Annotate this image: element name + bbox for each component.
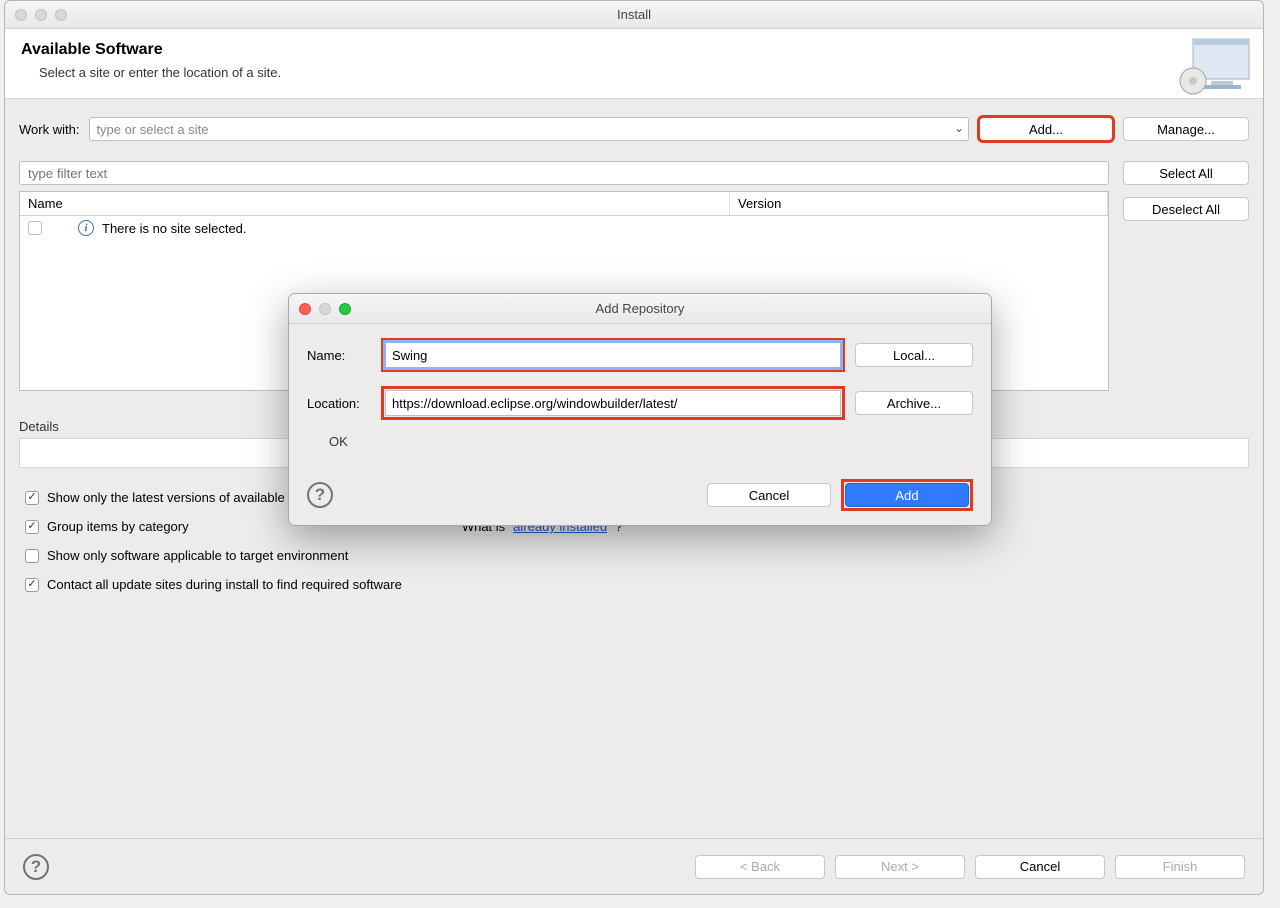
- repo-location-input[interactable]: [385, 390, 841, 416]
- cancel-button[interactable]: Cancel: [975, 855, 1105, 879]
- local-button[interactable]: Local...: [855, 343, 973, 367]
- dialog-add-button[interactable]: Add: [845, 483, 969, 507]
- archive-button[interactable]: Archive...: [855, 391, 973, 415]
- column-name[interactable]: Name: [20, 192, 730, 215]
- add-repository-dialog: Add Repository Name: Local... Location: …: [288, 293, 992, 526]
- window-titlebar: Install: [5, 1, 1263, 29]
- table-row: i There is no site selected.: [20, 216, 1108, 240]
- row-checkbox[interactable]: [28, 221, 42, 235]
- work-with-combo[interactable]: type or select a site ⌄: [89, 117, 969, 141]
- work-with-placeholder: type or select a site: [96, 122, 208, 137]
- finish-button: Finish: [1115, 855, 1245, 879]
- add-site-button[interactable]: Add...: [979, 117, 1113, 141]
- wizard-header: Available Software Select a site or ente…: [5, 29, 1263, 99]
- dialog-help-icon[interactable]: ?: [307, 482, 333, 508]
- location-label: Location:: [307, 396, 371, 411]
- info-icon: i: [78, 220, 94, 236]
- select-all-button[interactable]: Select All: [1123, 161, 1249, 185]
- dialog-titlebar: Add Repository: [289, 294, 991, 324]
- empty-message: There is no site selected.: [102, 221, 247, 236]
- work-with-row: Work with: type or select a site ⌄ Add..…: [5, 99, 1263, 147]
- help-icon[interactable]: ?: [23, 854, 49, 880]
- opt-target-env[interactable]: Show only software applicable to target …: [25, 548, 402, 563]
- column-version[interactable]: Version: [730, 192, 1108, 215]
- install-wizard-icon: [1177, 35, 1255, 97]
- manage-sites-button[interactable]: Manage...: [1123, 117, 1249, 141]
- wizard-footer: ? < Back Next > Cancel Finish: [5, 838, 1263, 894]
- checkbox-icon: [25, 549, 39, 563]
- work-with-label: Work with:: [19, 122, 79, 137]
- deselect-all-button[interactable]: Deselect All: [1123, 197, 1249, 221]
- page-title: Available Software: [21, 41, 1247, 59]
- opt-contact-sites[interactable]: Contact all update sites during install …: [25, 577, 402, 592]
- checkbox-icon: [25, 578, 39, 592]
- filter-input[interactable]: [19, 161, 1109, 185]
- checkbox-icon: [25, 491, 39, 505]
- page-subtitle: Select a site or enter the location of a…: [21, 65, 1247, 80]
- checkbox-icon: [25, 520, 39, 534]
- dialog-cancel-button[interactable]: Cancel: [707, 483, 831, 507]
- status-ok: OK: [307, 434, 973, 449]
- table-header: Name Version: [20, 192, 1108, 216]
- back-button: < Back: [695, 855, 825, 879]
- repo-name-input[interactable]: [385, 342, 841, 368]
- chevron-down-icon: ⌄: [954, 121, 964, 135]
- dialog-title: Add Repository: [289, 301, 991, 316]
- name-label: Name:: [307, 348, 371, 363]
- window-title: Install: [5, 7, 1263, 22]
- next-button: Next >: [835, 855, 965, 879]
